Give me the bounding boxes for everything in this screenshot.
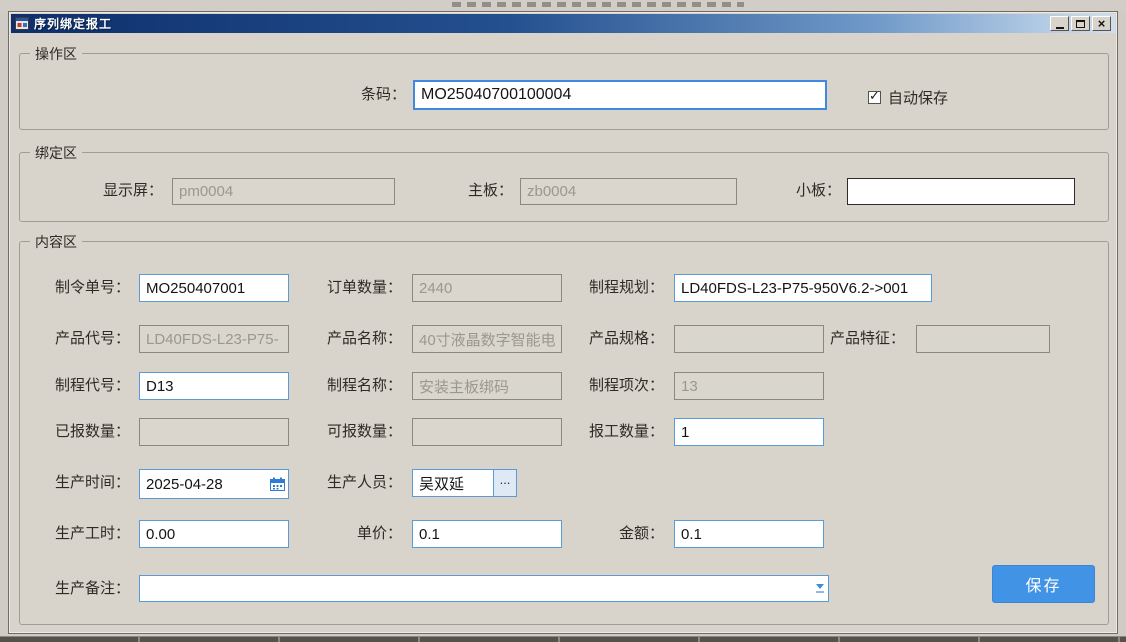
app-window: 序列绑定报工 × 操作区 条码： ✓ 自动保存 绑定区 显示屏： 主板： 小板： <box>8 11 1118 634</box>
operation-group: 操作区 条码： ✓ 自动保存 <box>19 53 1109 130</box>
small-board-input[interactable] <box>847 178 1075 205</box>
reportable-qty-label: 可报数量： <box>302 422 402 442</box>
product-spec-label: 产品规格： <box>564 329 664 349</box>
process-name-input[interactable] <box>412 372 562 400</box>
product-code-label: 产品代号： <box>30 329 130 349</box>
report-qty-label: 报工数量： <box>564 422 664 442</box>
content-group-title: 内容区 <box>30 232 82 252</box>
mo-number-label: 制令单号： <box>30 278 130 298</box>
report-qty-input[interactable] <box>674 418 824 446</box>
production-person-label: 生产人员： <box>302 473 402 493</box>
product-feature-label: 产品特征： <box>805 329 905 349</box>
autosave-label: 自动保存 <box>888 87 948 108</box>
work-hours-label: 生产工时： <box>30 524 130 544</box>
amount-input[interactable] <box>674 520 824 548</box>
mainboard-label: 主板： <box>413 181 513 201</box>
background-grid-ticks <box>0 637 1126 642</box>
close-button[interactable]: × <box>1092 16 1111 31</box>
product-code-input[interactable] <box>139 325 289 353</box>
mainboard-input[interactable] <box>520 178 737 205</box>
operation-group-title: 操作区 <box>30 44 82 64</box>
unit-price-label: 单价： <box>302 524 402 544</box>
background-window-title-fragment <box>452 2 744 7</box>
product-feature-input[interactable] <box>916 325 1050 353</box>
display-screen-label: 显示屏： <box>63 181 163 201</box>
remark-input[interactable] <box>140 576 811 601</box>
process-code-label: 制程代号： <box>30 376 130 396</box>
desktop-background: 序列绑定报工 × 操作区 条码： ✓ 自动保存 绑定区 显示屏： 主板： 小板： <box>0 0 1126 642</box>
production-date-input[interactable] <box>140 476 266 493</box>
background-window-edge <box>0 0 1126 11</box>
production-date-label: 生产时间： <box>30 473 130 493</box>
product-name-input[interactable] <box>412 325 562 353</box>
barcode-input[interactable] <box>413 80 827 110</box>
amount-label: 金额： <box>564 524 664 544</box>
binding-group: 绑定区 显示屏： 主板： 小板： <box>19 152 1109 222</box>
process-seq-label: 制程项次： <box>564 376 664 396</box>
remark-combobox[interactable] <box>139 575 829 602</box>
display-screen-input[interactable] <box>172 178 395 205</box>
content-group: 内容区 制令单号： 订单数量： 制程规划： 产品代号： 产品名称： 产品规格： … <box>19 241 1109 625</box>
background-window-bottom <box>0 636 1126 642</box>
small-board-label: 小板： <box>741 181 841 201</box>
window-titlebar[interactable]: 序列绑定报工 × <box>11 14 1115 33</box>
production-date-picker[interactable] <box>139 469 289 499</box>
save-button[interactable]: 保存 <box>992 565 1095 603</box>
maximize-button[interactable] <box>1071 16 1090 31</box>
process-plan-input[interactable] <box>674 274 932 302</box>
calendar-icon[interactable] <box>266 470 288 498</box>
minimize-button[interactable] <box>1050 16 1069 31</box>
product-name-label: 产品名称： <box>302 329 402 349</box>
unit-price-input[interactable] <box>412 520 562 548</box>
barcode-label: 条码： <box>290 85 406 105</box>
ellipsis-icon: ... <box>500 472 511 487</box>
window-title: 序列绑定报工 <box>34 15 112 32</box>
binding-group-title: 绑定区 <box>30 143 82 163</box>
work-hours-input[interactable] <box>139 520 289 548</box>
mo-number-input[interactable] <box>139 274 289 302</box>
close-icon: × <box>1098 17 1106 30</box>
person-browse-button[interactable]: ... <box>494 469 517 497</box>
process-code-input[interactable] <box>139 372 289 400</box>
process-name-label: 制程名称： <box>302 376 402 396</box>
chevron-down-icon[interactable] <box>811 576 828 601</box>
remark-label: 生产备注： <box>30 579 130 599</box>
checkbox-icon: ✓ <box>868 91 881 104</box>
app-icon <box>15 17 29 30</box>
production-person-input[interactable] <box>412 469 494 497</box>
process-plan-label: 制程规划： <box>564 278 664 298</box>
product-spec-input[interactable] <box>674 325 824 353</box>
reportable-qty-input[interactable] <box>412 418 562 446</box>
minimize-icon <box>1056 27 1064 29</box>
reported-qty-label: 已报数量： <box>30 422 130 442</box>
autosave-checkbox[interactable]: ✓ 自动保存 <box>868 87 948 108</box>
order-qty-input[interactable] <box>412 274 562 302</box>
process-seq-input[interactable] <box>674 372 824 400</box>
checkmark-icon: ✓ <box>869 88 880 104</box>
maximize-icon <box>1076 20 1085 28</box>
order-qty-label: 订单数量： <box>302 278 402 298</box>
reported-qty-input[interactable] <box>139 418 289 446</box>
